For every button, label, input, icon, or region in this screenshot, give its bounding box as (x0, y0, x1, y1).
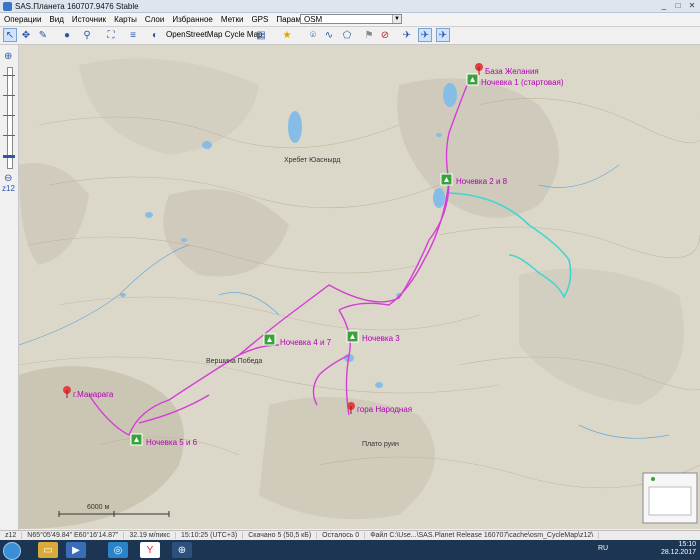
marker-camp-1[interactable] (466, 73, 479, 86)
place-label: Плато руин (362, 441, 399, 448)
toolbar: ↖ ✥ ✎ ● ⚲ ⛶ ≡ ◐ OpenStreetMap Cycle Map … (0, 27, 700, 45)
zoom-level-label: z12 (2, 184, 15, 193)
marker-camp-3[interactable] (346, 330, 359, 343)
terrain-shade (259, 397, 435, 520)
menu-layers[interactable]: Слои (141, 13, 168, 26)
ruler-icon[interactable]: ✎ (36, 28, 50, 42)
marker-camp-5[interactable] (130, 433, 143, 446)
zoom-out-button[interactable]: ⊖ (4, 173, 12, 184)
marker-camp-4[interactable] (263, 333, 276, 346)
marker-label: Ночевка 1 (стартовая) (481, 78, 564, 87)
menu-marks[interactable]: Метки (217, 13, 248, 26)
marker-label: Ночевка 5 и 6 (146, 438, 198, 447)
chevron-down-icon[interactable]: ▼ (392, 15, 401, 23)
zoom-tick (3, 115, 15, 116)
gps-track-icon[interactable]: ✈ (418, 28, 432, 42)
clock-date: 28.12.2017 (660, 549, 696, 556)
app-icon[interactable]: ◎ (108, 542, 128, 558)
window-controls: _ □ ✕ (659, 1, 697, 10)
menu-maps[interactable]: Карты (110, 13, 141, 26)
pin-icon[interactable]: ⌾ (306, 28, 320, 42)
clock-time: 15:10 (678, 541, 696, 548)
move-icon[interactable]: ✥ (19, 28, 33, 42)
marker-camp-2[interactable] (440, 173, 453, 186)
status-scale: 32.19 м/пикс (124, 532, 176, 539)
delete-icon[interactable]: ⊘ (378, 28, 392, 42)
menu-gps[interactable]: GPS (247, 13, 272, 26)
zoom-tick (3, 75, 15, 76)
menu-source[interactable]: Источник (68, 13, 110, 26)
folder-icon[interactable]: ▭ (38, 542, 58, 558)
status-bar: z12 N65°05'49.84" E60°16'14.87" 32.19 м/… (0, 530, 700, 540)
map-source-label[interactable]: OpenStreetMap Cycle Map (166, 30, 263, 39)
yandex-icon[interactable]: Y (140, 542, 160, 558)
star-icon[interactable]: ★ (280, 28, 294, 42)
status-zoom: z12 (0, 532, 23, 539)
map-canvas[interactable]: База Желания Ночевка 1 (стартовая) Ночев… (19, 45, 700, 529)
status-file: Файл C:\Use...\SAS.Planet Release 160707… (365, 532, 600, 539)
menu-view[interactable]: Вид (45, 13, 67, 26)
marker-label: г.Манарага (73, 390, 114, 399)
gps-icon[interactable]: ✈ (400, 28, 414, 42)
minimap[interactable] (642, 472, 698, 524)
marker-label: Ночевка 4 и 7 (280, 338, 332, 347)
app-icon (3, 1, 12, 11)
marker-label: Ночевка 2 и 8 (456, 177, 508, 186)
flag-icon[interactable]: ⚑ (362, 28, 376, 42)
source-select[interactable]: OSM ▼ (300, 14, 402, 24)
zoom-icon[interactable]: ⚲ (80, 28, 94, 42)
zoom-tick (3, 95, 15, 96)
zoom-sidebar: ⊕ ⊖ z12 (0, 45, 19, 530)
status-remaining: Осталось 0 (317, 532, 366, 539)
marker-label: гора Народная (357, 405, 412, 414)
globe-icon[interactable]: ● (60, 28, 74, 42)
title-bar: SAS.Планета 160707.9476 Stable _ □ ✕ (0, 0, 700, 13)
zoom-slider[interactable] (7, 67, 13, 169)
window-title: SAS.Планета 160707.9476 Stable (15, 1, 139, 11)
place-label: Вершина Победа (206, 357, 262, 365)
layers-select-icon[interactable]: ▤ (254, 28, 268, 42)
source-select-value: OSM (304, 15, 323, 24)
path-icon[interactable]: ∿ (322, 28, 336, 42)
media-icon[interactable]: ▶ (66, 542, 86, 558)
marker-label: Ночевка 3 (362, 334, 400, 343)
map-view[interactable]: База Желания Ночевка 1 (стартовая) Ночев… (19, 45, 700, 529)
language-indicator[interactable]: RU (598, 545, 608, 552)
maximize-button[interactable]: □ (673, 1, 683, 10)
menu-operations[interactable]: Операции (0, 13, 45, 26)
close-button[interactable]: ✕ (687, 1, 697, 10)
menu-favorites[interactable]: Избранное (168, 13, 217, 26)
start-button[interactable] (3, 542, 21, 560)
zoom-tick (3, 135, 15, 136)
scale-label: 6000 м (87, 504, 110, 511)
marker-label: База Желания (485, 67, 539, 76)
fullscreen-icon[interactable]: ⛶ (104, 28, 118, 42)
tray-clock[interactable]: 15:10 28.12.2017 (661, 541, 696, 557)
polygon-icon[interactable]: ⬠ (340, 28, 354, 42)
status-downloaded: Скачано 5 (50,5 кБ) (243, 532, 318, 539)
cursor-icon[interactable]: ↖ (3, 28, 17, 42)
map-icon: ◐ (151, 29, 159, 41)
taskbar: ▭ ▶ ◎ Y ⊕ RU 15:10 28.12.2017 (0, 540, 700, 560)
layers-icon[interactable]: ≡ (126, 28, 140, 42)
sasplanet-icon[interactable]: ⊕ (172, 542, 192, 558)
minimize-button[interactable]: _ (659, 1, 669, 10)
status-coords: N65°05'49.84" E60°16'14.87" (22, 532, 125, 539)
gps-center-icon[interactable]: ✈ (436, 28, 450, 42)
zoom-in-button[interactable]: ⊕ (4, 51, 12, 62)
place-label: Хребет Юаснырд (284, 156, 340, 164)
status-time: 15:10:25 (UTC+3) (176, 532, 244, 539)
zoom-slider-thumb[interactable] (3, 155, 15, 158)
